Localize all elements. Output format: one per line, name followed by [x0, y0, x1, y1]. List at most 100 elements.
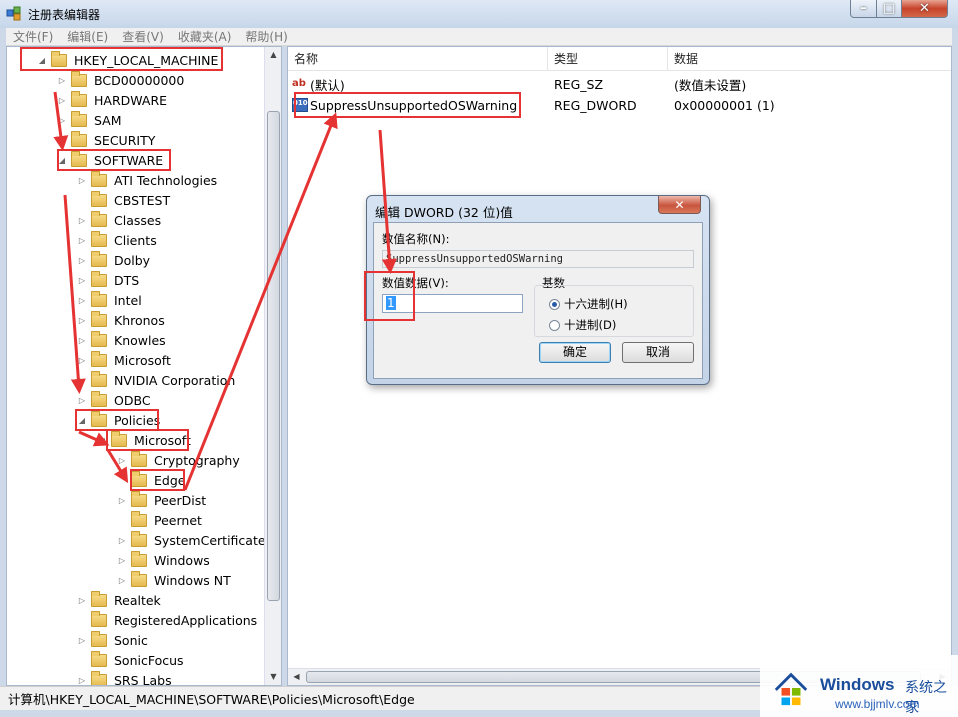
- scroll-up-icon[interactable]: ▲: [265, 47, 281, 63]
- minimize-button[interactable]: –: [850, 0, 877, 18]
- tree-node[interactable]: RegisteredApplications: [77, 610, 259, 630]
- expand-arrow-icon[interactable]: ▷: [77, 636, 87, 645]
- menu-help[interactable]: 帮助(H): [238, 28, 294, 45]
- value-row-default[interactable]: ab (默认) REG_SZ (数值未设置): [288, 74, 868, 94]
- dialog-close-button[interactable]: ✕: [658, 196, 701, 214]
- tree-node-label: SystemCertificates: [154, 532, 273, 548]
- tree-node[interactable]: ▷ Intel: [77, 290, 144, 310]
- tree-node[interactable]: ▷ PeerDist: [117, 490, 208, 510]
- expand-arrow-icon[interactable]: ▷: [77, 676, 87, 685]
- tree-node-label: SAM: [94, 112, 122, 128]
- maximize-icon: □: [882, 1, 896, 16]
- tree-node[interactable]: ▷ Windows NT: [117, 570, 233, 590]
- tree-node[interactable]: ▷ Sonic: [77, 630, 150, 650]
- tree-node[interactable]: ▷ Classes: [77, 210, 163, 230]
- folder-icon: [131, 490, 147, 507]
- menu-view[interactable]: 查看(V): [115, 28, 171, 45]
- column-data[interactable]: 数据: [668, 47, 951, 71]
- expand-arrow-icon[interactable]: ▷: [77, 336, 87, 345]
- menu-file[interactable]: 文件(F): [6, 28, 60, 45]
- watermark-url: www.bjjmlv.com: [835, 697, 920, 711]
- tree-node-label: Windows NT: [154, 572, 231, 588]
- tree-scroll-thumb[interactable]: [267, 111, 280, 601]
- scroll-down-icon[interactable]: ▼: [265, 669, 281, 685]
- folder-icon: [91, 590, 107, 607]
- tree-node[interactable]: ▷ Cryptography: [117, 450, 242, 470]
- tree-node-label: Intel: [114, 292, 142, 308]
- close-button[interactable]: ✕: [901, 0, 948, 18]
- menu-edit[interactable]: 编辑(E): [60, 28, 115, 45]
- maximize-button[interactable]: □: [876, 0, 902, 18]
- expand-arrow-icon[interactable]: ▷: [57, 76, 67, 85]
- column-name[interactable]: 名称: [288, 47, 548, 71]
- radio-dec[interactable]: 十进制(D): [549, 317, 616, 333]
- ok-button[interactable]: 确定: [539, 342, 611, 363]
- expand-arrow-icon[interactable]: ▷: [77, 316, 87, 325]
- expand-arrow-icon[interactable]: ▷: [77, 596, 87, 605]
- expand-arrow-icon[interactable]: ▷: [77, 216, 87, 225]
- expand-arrow-icon[interactable]: ▷: [117, 456, 127, 465]
- tree-node[interactable]: ▷ Dolby: [77, 250, 152, 270]
- tree-node[interactable]: ▷ HARDWARE: [57, 90, 169, 110]
- tree-scrollbar[interactable]: ▲ ▼: [264, 47, 281, 685]
- expand-arrow-icon[interactable]: ▷: [117, 556, 127, 565]
- tree-node[interactable]: ▷ NVIDIA Corporation: [77, 370, 237, 390]
- tree-node[interactable]: Peernet: [117, 510, 204, 530]
- registry-tree[interactable]: ◢ HKEY_LOCAL_MACHINE ▷ BCD00000000 ▷ HARDWARE…: [6, 46, 282, 686]
- expand-arrow-icon[interactable]: ▷: [77, 296, 87, 305]
- expand-arrow-icon[interactable]: ▷: [77, 256, 87, 265]
- tree-node[interactable]: ▷ Khronos: [77, 310, 167, 330]
- tree-node[interactable]: ▷ SystemCertificates: [117, 530, 274, 550]
- expand-arrow-icon[interactable]: ▷: [77, 396, 87, 405]
- tree-node[interactable]: ▷ Knowles: [77, 330, 168, 350]
- folder-icon: [91, 190, 107, 207]
- expand-arrow-icon[interactable]: ▷: [57, 96, 67, 105]
- expand-arrow-icon[interactable]: ▷: [57, 116, 67, 125]
- tree-node[interactable]: ▷ SRS Labs: [77, 670, 174, 686]
- expand-arrow-icon[interactable]: ▷: [117, 576, 127, 585]
- radio-hex[interactable]: 十六进制(H): [549, 296, 628, 312]
- tree-node[interactable]: ▷ SAM: [57, 110, 124, 130]
- expand-arrow-icon[interactable]: ▷: [117, 536, 127, 545]
- tree-node-label: CBSTEST: [114, 192, 171, 208]
- tree-node[interactable]: SonicFocus: [77, 650, 186, 670]
- expand-arrow-icon[interactable]: ▷: [117, 496, 127, 505]
- tree-node-label: ATI Technologies: [114, 172, 218, 188]
- tree-node-label: SECURITY: [94, 132, 156, 148]
- tree-node-label: DTS: [114, 272, 140, 288]
- folder-icon: [71, 130, 87, 147]
- menu-favorites[interactable]: 收藏夹(A): [171, 28, 239, 45]
- folder-icon: [91, 670, 107, 685]
- tree-node[interactable]: ▷ Clients: [77, 230, 159, 250]
- tree-node[interactable]: ▷ Realtek: [77, 590, 163, 610]
- folder-icon: [131, 530, 147, 547]
- cancel-button[interactable]: 取消: [622, 342, 694, 363]
- expand-arrow-icon[interactable]: ▷: [77, 236, 87, 245]
- tree-node-label: Khronos: [114, 312, 165, 328]
- tree-node[interactable]: ▷ ODBC: [77, 390, 153, 410]
- title-bar: 注册表编辑器 – □ ✕: [0, 0, 958, 28]
- tree-node[interactable]: ▷ ATI Technologies: [77, 170, 219, 190]
- value-type: REG_DWORD: [554, 97, 637, 113]
- tree-node[interactable]: ▷ Windows: [117, 550, 212, 570]
- tree-node[interactable]: ▷ DTS: [77, 270, 141, 290]
- tree-node[interactable]: SECURITY: [57, 130, 157, 150]
- folder-icon: [91, 250, 107, 267]
- folder-icon: [91, 350, 107, 367]
- tree-node-label: SonicFocus: [114, 652, 184, 668]
- column-type[interactable]: 类型: [548, 47, 668, 71]
- expand-arrow-icon[interactable]: ▷: [77, 356, 87, 365]
- tree-node[interactable]: ▷ Microsoft: [77, 350, 173, 370]
- tree-node-label: SRS Labs: [114, 672, 172, 686]
- watermark-brand: Windows: [820, 675, 895, 694]
- watermark: Windows 系统之家 www.bjjmlv.com: [760, 655, 958, 717]
- scroll-left-icon[interactable]: ◀: [288, 669, 305, 685]
- expand-arrow-icon[interactable]: ▷: [77, 376, 87, 385]
- folder-icon: [91, 230, 107, 247]
- folder-icon: [91, 370, 107, 387]
- expand-arrow-icon[interactable]: ▷: [77, 176, 87, 185]
- tree-node[interactable]: ▷ BCD00000000: [57, 70, 186, 90]
- tree-node[interactable]: CBSTEST: [77, 190, 172, 210]
- highlight-hklm: [20, 47, 223, 71]
- expand-arrow-icon[interactable]: ▷: [77, 276, 87, 285]
